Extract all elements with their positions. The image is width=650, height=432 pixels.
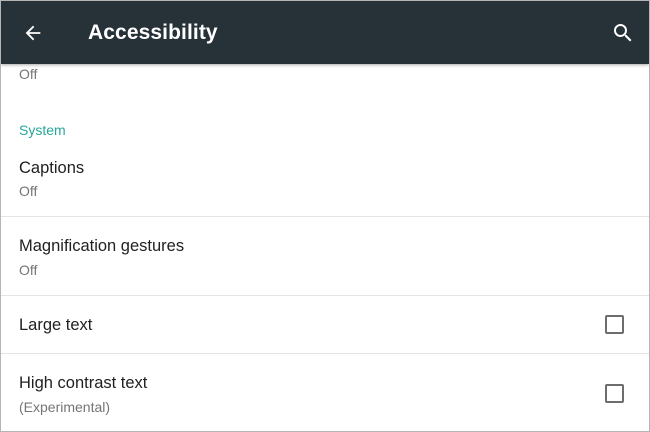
section-header-system: System [19, 122, 66, 138]
pref-magnification-summary: Off [19, 262, 38, 278]
pref-captions-title: Captions [19, 159, 85, 177]
pref-magnification-title: Magnification gestures [19, 237, 185, 255]
pref-captions-summary: Off [19, 183, 38, 199]
high-contrast-checkbox[interactable] [605, 384, 624, 403]
pref-high-contrast-summary: (Experimental) [19, 399, 111, 415]
back-button[interactable] [17, 17, 49, 49]
page-title: Accessibility [88, 21, 218, 44]
pref-magnification-gestures[interactable]: Magnification gestures Off [1, 217, 649, 295]
search-button[interactable] [607, 17, 639, 49]
pref-high-contrast-text[interactable]: High contrast text (Experimental) [1, 354, 649, 431]
screen: Accessibility Off System Captions Off Ma… [0, 0, 650, 432]
partial-item-summary: Off [19, 66, 38, 82]
settings-list[interactable]: Off System Captions Off Magnification ge… [1, 64, 649, 431]
app-bar: Accessibility [1, 1, 649, 64]
pref-large-text[interactable]: Large text [1, 296, 649, 353]
large-text-checkbox[interactable] [605, 315, 624, 334]
pref-large-text-title: Large text [19, 316, 93, 334]
arrow-back-icon [25, 25, 41, 41]
search-icon [614, 24, 632, 42]
pref-high-contrast-title: High contrast text [19, 374, 148, 392]
pref-captions[interactable]: Captions Off [1, 148, 649, 216]
